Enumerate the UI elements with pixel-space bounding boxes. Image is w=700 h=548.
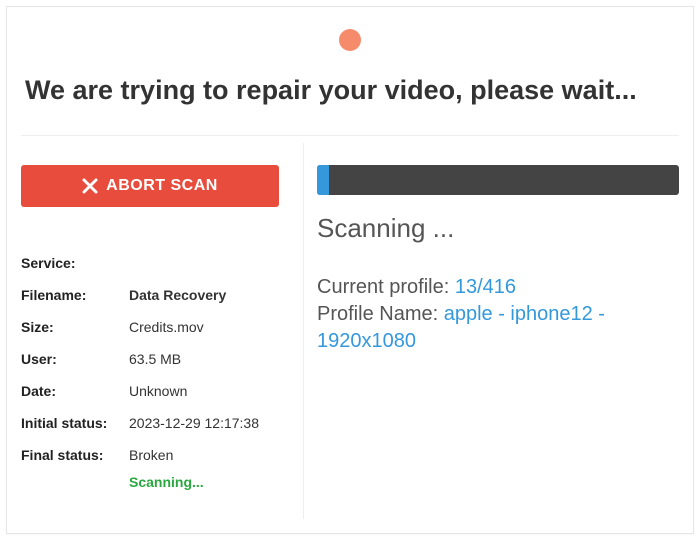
right-column: Scanning ... Current profile: 13/416 Pro…	[317, 165, 679, 355]
final-status-label: Final status:	[21, 439, 129, 471]
date-label: Date:	[21, 375, 129, 407]
scanning-heading: Scanning ...	[317, 213, 679, 244]
progress-bar	[317, 165, 679, 195]
user-label: User:	[21, 343, 129, 375]
user-value: Unknown	[129, 371, 187, 399]
size-label: Size:	[21, 311, 129, 343]
current-profile-value: 13/416	[455, 276, 516, 298]
abort-scan-label: ABORT SCAN	[106, 177, 218, 195]
divider-vertical	[303, 143, 304, 519]
date-value: 2023-12-29 12:17:38	[129, 403, 259, 431]
profile-info: Current profile: 13/416 Profile Name: ap…	[317, 274, 679, 355]
abort-scan-button[interactable]: ABORT SCAN	[21, 165, 279, 207]
initial-status-label: Initial status:	[21, 407, 129, 439]
status-dot-icon	[339, 29, 361, 51]
final-status-value: Scanning...	[129, 462, 204, 490]
filename-label: Filename:	[21, 279, 129, 311]
close-icon	[82, 178, 98, 194]
service-label: Service:	[21, 247, 129, 279]
page-title: We are trying to repair your video, plea…	[25, 75, 675, 106]
metadata-list: Service: Filename: Data Recovery Size: C…	[21, 247, 291, 490]
repair-panel: We are trying to repair your video, plea…	[6, 6, 694, 534]
current-profile-label: Current profile:	[317, 276, 455, 298]
divider-horizontal	[21, 135, 679, 136]
service-value: Data Recovery	[129, 275, 226, 303]
size-value: 63.5 MB	[129, 339, 181, 367]
left-column: ABORT SCAN Service: Filename: Data Recov…	[21, 165, 291, 490]
filename-value: Credits.mov	[129, 307, 204, 335]
progress-fill	[317, 165, 329, 195]
profile-name-label: Profile Name:	[317, 303, 444, 325]
initial-status-value: Broken	[129, 435, 173, 463]
